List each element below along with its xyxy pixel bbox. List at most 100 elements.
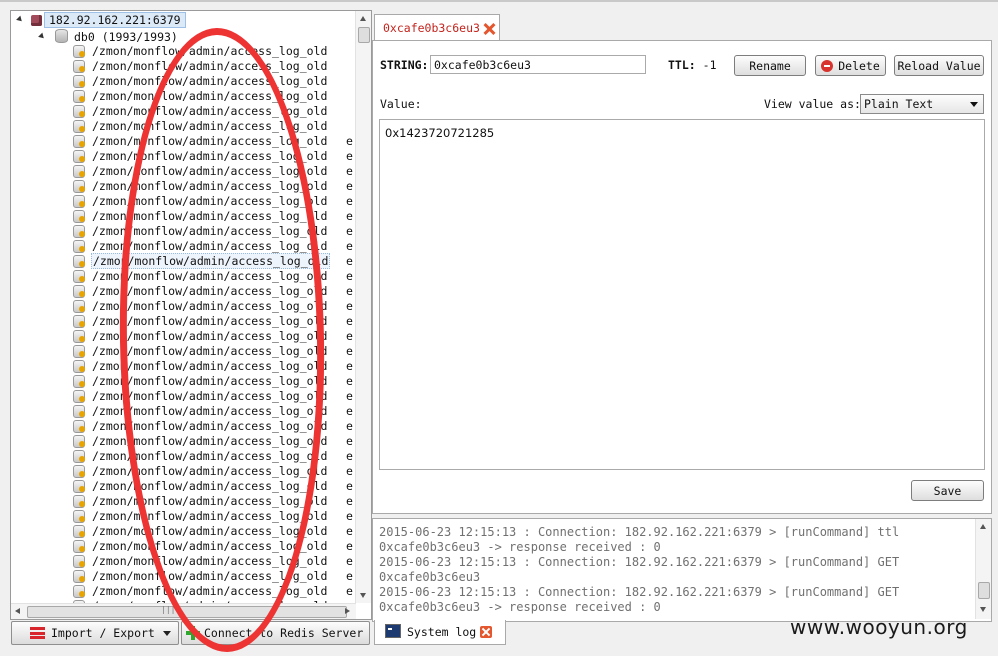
string-key-icon bbox=[73, 555, 85, 568]
key-list-item[interactable]: /zmon/monflow/admin/access_log_old e bbox=[73, 554, 353, 569]
key-list-item[interactable]: /zmon/monflow/admin/access_log_old e bbox=[73, 494, 353, 509]
key-list-item[interactable]: /zmon/monflow/admin/access_log_old e bbox=[73, 239, 353, 254]
key-list-item[interactable]: /zmon/monflow/admin/access_log_old e bbox=[73, 134, 353, 149]
key-list-item[interactable]: /zmon/monflow/admin/access_log_old e bbox=[73, 509, 353, 524]
key-list-item[interactable]: /zmon/monflow/admin/access_log_old e bbox=[73, 253, 353, 269]
key-name-tail: e bbox=[346, 479, 353, 493]
key-list-item[interactable]: /zmon/monflow/admin/access_log_old e bbox=[73, 374, 353, 389]
key-list-item[interactable]: /zmon/monflow/admin/access_log_old e bbox=[73, 569, 353, 584]
database-node[interactable]: db0 (1993/1993) bbox=[38, 29, 178, 44]
key-list-item[interactable]: /zmon/monflow/admin/access_log_old e bbox=[73, 224, 353, 239]
key-name: /zmon/monflow/admin/access_log_old bbox=[92, 194, 328, 208]
key-list-item[interactable]: /zmon/monflow/admin/access_log_old e bbox=[73, 209, 353, 224]
log-line: 2015-06-23 12:15:13 : Connection: 182.92… bbox=[379, 585, 900, 599]
scroll-down-arrow-icon[interactable] bbox=[980, 607, 986, 612]
log-line: 0xcafe0b3c6eu3 bbox=[379, 570, 481, 584]
key-list-item[interactable]: /zmon/monflow/admin/access_log_old e bbox=[73, 479, 353, 494]
key-name-tail: e bbox=[346, 374, 353, 388]
connect-label: Connect to Redis Server bbox=[204, 626, 364, 640]
rename-button[interactable]: Rename bbox=[734, 55, 806, 76]
key-list-item[interactable]: /zmon/monflow/admin/access_log_old bbox=[73, 44, 328, 59]
string-key-icon bbox=[73, 210, 85, 223]
key-list-item[interactable]: /zmon/monflow/admin/access_log_old e bbox=[73, 329, 353, 344]
key-list-item[interactable]: /zmon/monflow/admin/access_log_old e bbox=[73, 314, 353, 329]
chevron-down-icon bbox=[970, 102, 978, 107]
key-list-item[interactable]: /zmon/monflow/admin/access_log_old e bbox=[73, 389, 353, 404]
key-list-item[interactable]: /zmon/monflow/admin/access_log_old e bbox=[73, 149, 353, 164]
key-list-item[interactable]: /zmon/monflow/admin/access_log_old e bbox=[73, 164, 353, 179]
import-export-button[interactable]: Import / Export bbox=[11, 621, 179, 645]
expand-arrow-icon[interactable] bbox=[38, 32, 46, 41]
string-key-icon bbox=[73, 225, 85, 238]
scroll-right-arrow-icon[interactable] bbox=[345, 608, 350, 614]
scroll-thumb[interactable] bbox=[27, 606, 347, 618]
key-name-tail: e bbox=[346, 164, 353, 178]
scroll-left-arrow-icon[interactable] bbox=[15, 608, 20, 614]
scroll-thumb[interactable] bbox=[978, 582, 990, 599]
key-list-item[interactable]: /zmon/monflow/admin/access_log_old e bbox=[73, 299, 353, 314]
view-as-label: View value as: bbox=[764, 97, 861, 111]
string-key-icon bbox=[73, 240, 85, 253]
key-list-item[interactable]: /zmon/monflow/admin/access_log_old e bbox=[73, 584, 353, 599]
tree-view[interactable]: 182.92.162.221:6379 db0 (1993/1993) /zmo… bbox=[11, 11, 356, 603]
key-list-item[interactable]: /zmon/monflow/admin/access_log_old e bbox=[73, 344, 353, 359]
scroll-up-arrow-icon[interactable] bbox=[360, 16, 366, 21]
key-name: /zmon/monflow/admin/access_log_old bbox=[92, 554, 328, 568]
key-name: /zmon/monflow/admin/access_log_old bbox=[92, 449, 328, 463]
log-vertical-scrollbar[interactable] bbox=[975, 519, 991, 619]
key-name-tail: e bbox=[346, 419, 353, 433]
delete-icon bbox=[821, 60, 834, 72]
key-name-tail: e bbox=[346, 434, 353, 448]
key-name: /zmon/monflow/admin/access_log_old bbox=[92, 359, 328, 373]
view-as-select[interactable]: Plain Text bbox=[860, 94, 984, 114]
string-key-icon bbox=[73, 420, 85, 433]
server-node[interactable]: 182.92.162.221:6379 bbox=[16, 12, 186, 28]
key-name: /zmon/monflow/admin/access_log_old bbox=[92, 434, 328, 448]
key-name: /zmon/monflow/admin/access_log_old bbox=[92, 299, 328, 313]
save-button[interactable]: Save bbox=[911, 480, 984, 501]
key-name-tail: e bbox=[346, 299, 353, 313]
scroll-down-arrow-icon[interactable] bbox=[360, 593, 366, 598]
key-list-item[interactable]: /zmon/monflow/admin/access_log_old e bbox=[73, 434, 353, 449]
string-key-icon bbox=[73, 45, 85, 58]
key-list-item[interactable]: /zmon/monflow/admin/access_log_old bbox=[73, 104, 328, 119]
key-list-item[interactable]: /zmon/monflow/admin/access_log_old bbox=[73, 119, 328, 134]
key-list-item[interactable]: /zmon/monflow/admin/access_log_old e bbox=[73, 539, 353, 554]
close-icon[interactable] bbox=[483, 23, 495, 35]
key-name-tail: e bbox=[346, 284, 353, 298]
key-name: /zmon/monflow/admin/access_log_old bbox=[92, 89, 328, 103]
tab-system-log[interactable]: System log bbox=[374, 620, 506, 645]
tab-key[interactable]: 0xcafe0b3c6eu3 bbox=[374, 14, 500, 41]
key-list-item[interactable]: /zmon/monflow/admin/access_log_old e bbox=[73, 464, 353, 479]
key-list-item[interactable]: /zmon/monflow/admin/access_log_old e bbox=[73, 284, 353, 299]
key-list-item[interactable]: /zmon/monflow/admin/access_log_old e bbox=[73, 404, 353, 419]
value-editor[interactable]: 0x1423720721285 bbox=[379, 119, 985, 470]
string-key-icon bbox=[73, 105, 85, 118]
key-list-item[interactable]: /zmon/monflow/admin/access_log_old e bbox=[73, 179, 353, 194]
tree-vertical-scrollbar[interactable] bbox=[355, 11, 371, 603]
key-list-item[interactable]: /zmon/monflow/admin/access_log_old e bbox=[73, 524, 353, 539]
key-list-item[interactable]: /zmon/monflow/admin/access_log_old bbox=[73, 59, 328, 74]
close-icon[interactable] bbox=[480, 626, 493, 638]
key-list-item[interactable]: /zmon/monflow/admin/access_log_old bbox=[73, 89, 328, 104]
key-name: /zmon/monflow/admin/access_log_old bbox=[92, 464, 328, 478]
scroll-thumb[interactable] bbox=[358, 27, 370, 43]
key-name-input[interactable]: 0xcafe0b3c6eu3 bbox=[430, 55, 646, 74]
delete-button[interactable]: Delete bbox=[815, 55, 886, 76]
key-list-item[interactable]: /zmon/monflow/admin/access_log_old bbox=[73, 74, 328, 89]
reload-value-button[interactable]: Reload Value bbox=[894, 55, 984, 76]
scroll-up-arrow-icon[interactable] bbox=[980, 524, 986, 529]
import-export-label: Import / Export bbox=[51, 626, 155, 640]
key-list-item[interactable]: /zmon/monflow/admin/access_log_old e bbox=[73, 419, 353, 434]
key-list-item[interactable]: /zmon/monflow/admin/access_log_old e bbox=[73, 359, 353, 374]
connect-server-button[interactable]: Connect to Redis Server bbox=[181, 621, 370, 645]
string-key-icon bbox=[73, 135, 85, 148]
key-list-item[interactable]: /zmon/monflow/admin/access_log_old e bbox=[73, 269, 353, 284]
string-key-icon bbox=[73, 480, 85, 493]
expand-arrow-icon[interactable] bbox=[16, 15, 24, 24]
key-name: /zmon/monflow/admin/access_log_old bbox=[92, 509, 328, 523]
key-name: /zmon/monflow/admin/access_log_old bbox=[92, 119, 328, 133]
tree-horizontal-scrollbar[interactable]: ||| bbox=[11, 603, 356, 619]
key-list-item[interactable]: /zmon/monflow/admin/access_log_old e bbox=[73, 194, 353, 209]
key-list-item[interactable]: /zmon/monflow/admin/access_log_old e bbox=[73, 449, 353, 464]
